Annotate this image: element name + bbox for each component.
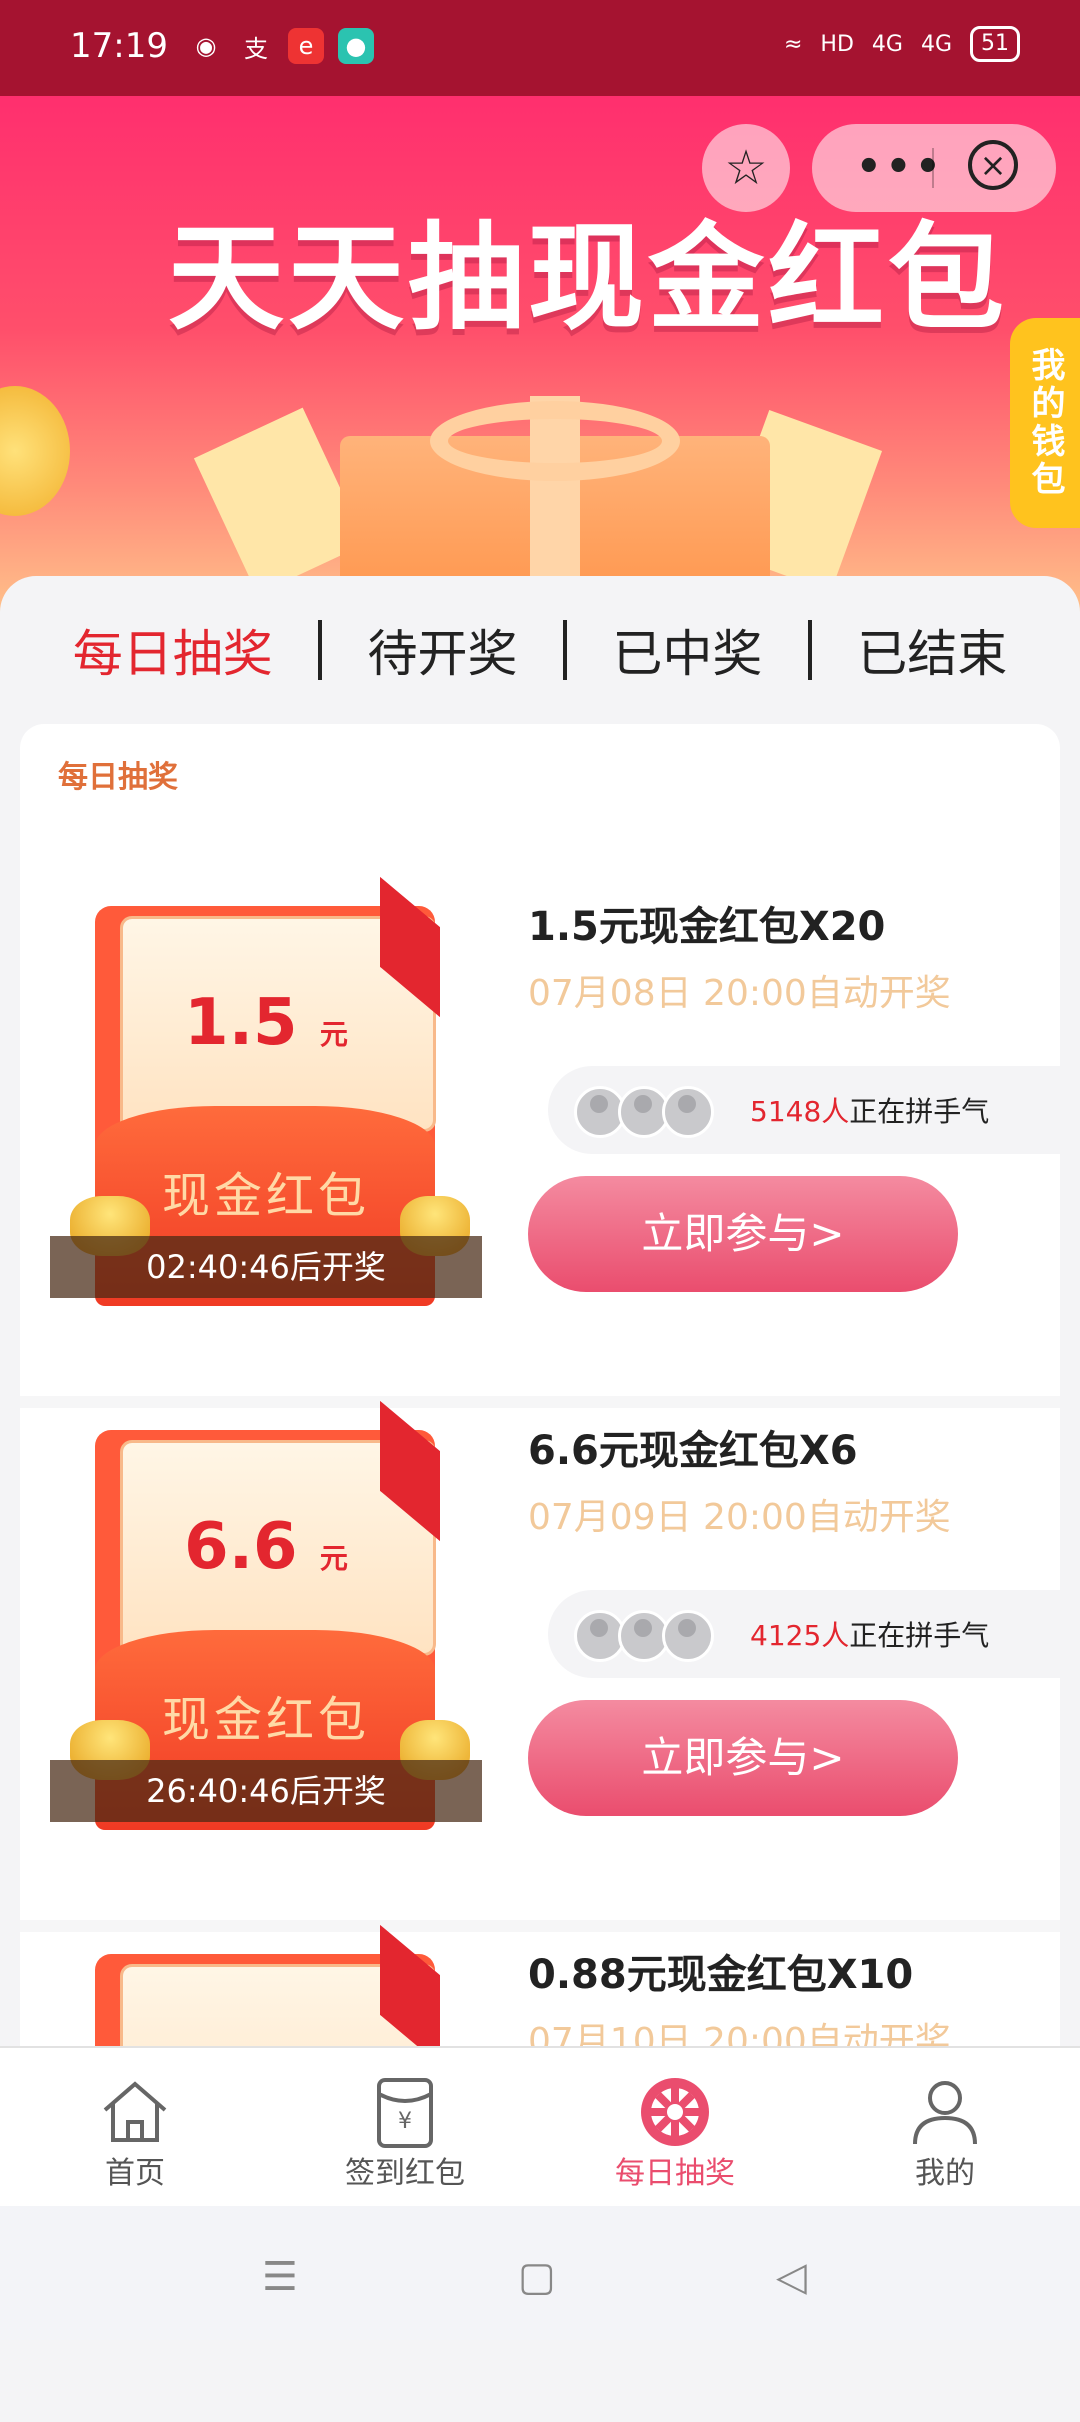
capsule-divider [932, 148, 934, 188]
participants-bar: 5148人正在拼手气 [548, 1066, 1080, 1154]
app-icon: e [288, 28, 324, 64]
hd-icon: HD [820, 31, 854, 57]
packet-amount: 6.6 元 [184, 1510, 348, 1584]
tab-divider [807, 620, 812, 680]
gift-bow [430, 401, 680, 481]
tab-divider [562, 620, 567, 680]
nav-daily-lottery[interactable]: 每日抽奖 [540, 2048, 810, 2208]
lottery-wheel-icon [641, 2078, 709, 2146]
status-bar: 17:19 ◉ 支 e ● ≈ HD 4G 4G 51 [0, 0, 1080, 96]
wifi-icon: ≈ [783, 31, 803, 57]
countdown-timer: 26:40:46后开奖 [50, 1760, 482, 1822]
status-time: 17:19 [70, 26, 168, 66]
draw-time: 07月08日 20:00自动开奖 [528, 973, 951, 1014]
app-icon: ● [338, 28, 374, 64]
item-title: 1.5元现金红包X20 [528, 904, 886, 950]
join-button[interactable]: 立即参与> [528, 1176, 958, 1292]
bottom-nav: 首页 ¥ 签到红包 每日抽奖 我的 [0, 2046, 1080, 2208]
svg-text:¥: ¥ [398, 2109, 412, 2134]
tab-pending[interactable]: 待开奖 [328, 614, 558, 686]
status-indicators: ≈ HD 4G 4G 51 [784, 26, 1020, 62]
system-nav-bar: ☰ ▢ ◁ [0, 2206, 1080, 2340]
participant-suffix: 正在拼手气 [849, 1095, 990, 1128]
tab-bar: 每日抽奖 待开奖 已中奖 已结束 [0, 614, 1080, 686]
item-title: 0.88元现金红包X10 [528, 1952, 914, 1998]
tab-won[interactable]: 已中奖 [572, 614, 802, 686]
participant-suffix: 正在拼手气 [849, 1619, 990, 1652]
battery-icon: 51 [970, 26, 1020, 62]
nav-home[interactable]: 首页 [0, 2048, 270, 2208]
menu-icon[interactable]: ☰ [262, 2254, 298, 2300]
item-title: 6.6元现金红包X6 [528, 1428, 858, 1474]
participants-bar: 4125人正在拼手气 [548, 1590, 1080, 1678]
red-packet-icon: ¥ [377, 2078, 433, 2148]
tab-divider [318, 620, 323, 680]
user-icon [913, 2081, 977, 2145]
tab-ended[interactable]: 已结束 [817, 614, 1047, 686]
nav-checkin-red-packet[interactable]: ¥ 签到红包 [270, 2048, 540, 2208]
signal-icon: 4G [871, 31, 903, 57]
signal-icon: 4G [920, 31, 952, 57]
avatar-group [574, 1610, 714, 1662]
my-wallet-button[interactable]: 我的钱包 [1010, 318, 1080, 528]
nav-label: 签到红包 [345, 2156, 465, 2191]
main-panel: 每日抽奖 待开奖 已中奖 已结束 每日抽奖 1.5 元 现金红包 02:40:4… [0, 576, 1080, 2334]
nav-label: 首页 [105, 2156, 165, 2191]
packet-amount: 1.5 元 [184, 986, 348, 1060]
nav-mine[interactable]: 我的 [810, 2048, 1080, 2208]
wechat-icon: ◉ [195, 32, 217, 60]
favorite-star-icon[interactable]: ☆ [702, 124, 790, 212]
red-packet-image: 6.6 元 现金红包 26:40:46后开奖 [50, 1400, 482, 1830]
coin-decoration [0, 386, 70, 516]
avatar [662, 1610, 714, 1662]
home-square-icon[interactable]: ▢ [518, 2254, 556, 2300]
back-icon[interactable]: ◁ [776, 2254, 807, 2300]
nav-label: 我的 [915, 2156, 975, 2191]
notification-icons: ◉ 支 e ● [188, 28, 374, 64]
list-item: 1.5 元 现金红包 02:40:46后开奖 1.5元现金红包X20 07月08… [20, 854, 1080, 1374]
tab-daily-lottery[interactable]: 每日抽奖 [33, 614, 313, 686]
list-item: 6.6 元 现金红包 26:40:46后开奖 6.6元现金红包X6 07月09日… [20, 1378, 1080, 1898]
join-button[interactable]: 立即参与> [528, 1700, 958, 1816]
section-label: 每日抽奖 [58, 760, 178, 795]
participant-count: 5148人 [750, 1095, 850, 1128]
nav-label: 每日抽奖 [615, 2156, 735, 2191]
avatar [662, 1086, 714, 1138]
countdown-timer: 02:40:46后开奖 [50, 1236, 482, 1298]
draw-time: 07月09日 20:00自动开奖 [528, 1497, 951, 1538]
participant-count: 4125人 [750, 1619, 850, 1652]
alipay-icon: 支 [244, 34, 268, 63]
red-packet-image: 1.5 元 现金红包 02:40:46后开奖 [50, 876, 482, 1306]
close-icon[interactable]: × [968, 140, 1018, 190]
home-icon [103, 2081, 167, 2142]
miniapp-capsule: ••• × [812, 124, 1056, 212]
avatar-group [574, 1086, 714, 1138]
lottery-list: 每日抽奖 1.5 元 现金红包 02:40:46后开奖 1.5元现金红包X20 … [20, 724, 1080, 2334]
